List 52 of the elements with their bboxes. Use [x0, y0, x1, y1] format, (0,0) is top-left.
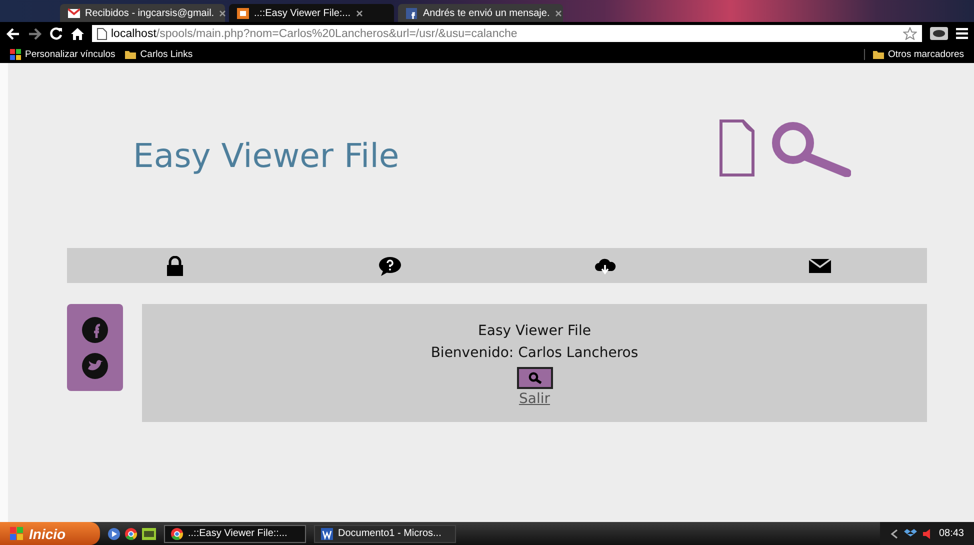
chevron-icon[interactable] [890, 528, 898, 538]
back-icon[interactable] [6, 28, 20, 40]
clock: 08:43 [938, 528, 964, 539]
search-icon [528, 372, 542, 384]
tab-title: Recibidos - ingcarsis@gmail. [85, 8, 214, 18]
bookmark[interactable]: Carlos Links [125, 48, 193, 60]
home-icon[interactable] [71, 28, 84, 40]
help-bubble-icon[interactable] [378, 256, 400, 276]
taskbar-button[interactable]: Documento1 - Micros... [314, 524, 456, 542]
close-icon[interactable] [554, 10, 562, 16]
facebook-icon [406, 8, 418, 18]
start-button[interactable]: Inicio [0, 522, 100, 545]
folder-icon [872, 48, 884, 60]
dropbox-icon[interactable] [904, 528, 917, 539]
bird-icon[interactable] [82, 352, 108, 378]
bookmark[interactable]: Otros marcadores [864, 48, 964, 60]
taskbar-button[interactable]: ..::Easy Viewer File::... [164, 524, 306, 542]
page-icon [97, 28, 107, 40]
bookmark-label: Otros marcadores [888, 48, 964, 60]
welcome-text: Bienvenido: Carlos Lancheros [430, 344, 638, 363]
facebook-icon[interactable] [82, 316, 108, 342]
task-label: Documento1 - Micros... [338, 528, 442, 539]
speaker-icon[interactable] [922, 528, 933, 538]
site-title: Easy Viewer File [133, 136, 400, 175]
browser-tab[interactable]: ..::Easy Viewer File:... [229, 4, 394, 22]
logout-link[interactable]: Salir [518, 391, 550, 407]
menu-icon[interactable] [956, 28, 968, 39]
windows-icon [10, 48, 21, 60]
windows-icon [10, 527, 24, 540]
task-label: ..::Easy Viewer File::... [188, 528, 288, 539]
bookmark-label: Carlos Links [140, 48, 193, 60]
word-icon [321, 528, 333, 540]
panel-title: Easy Viewer File [478, 322, 591, 341]
media-player-icon[interactable] [108, 528, 120, 540]
chrome-icon [171, 528, 183, 540]
tab-title: ..::Easy Viewer File:... [254, 8, 351, 18]
forward-icon[interactable] [28, 28, 42, 40]
close-icon[interactable] [219, 10, 226, 16]
browser-tab[interactable]: Recibidos - ingcarsis@gmail. [60, 4, 225, 22]
browser-tab[interactable]: Andrés te envió un mensaje. [398, 4, 563, 22]
app-icon [237, 8, 249, 18]
url-text: localhost/spools/main.php?nom=Carlos%20Lancheros&url=/usr/&usu=calanche [111, 28, 518, 40]
envelope-icon [68, 8, 80, 18]
tab-title: Andrés te envió un mensaje. [423, 8, 550, 18]
search-button[interactable] [516, 367, 552, 389]
reload-icon[interactable] [50, 27, 63, 40]
close-icon[interactable] [356, 10, 363, 16]
folder-icon [125, 48, 136, 60]
address-bar[interactable]: localhost/spools/main.php?nom=Carlos%20Lancheros&url=/usr/&usu=calanche [92, 25, 922, 42]
extension-icon[interactable] [930, 27, 948, 40]
star-icon[interactable] [903, 27, 917, 40]
chrome-icon[interactable] [125, 528, 137, 540]
